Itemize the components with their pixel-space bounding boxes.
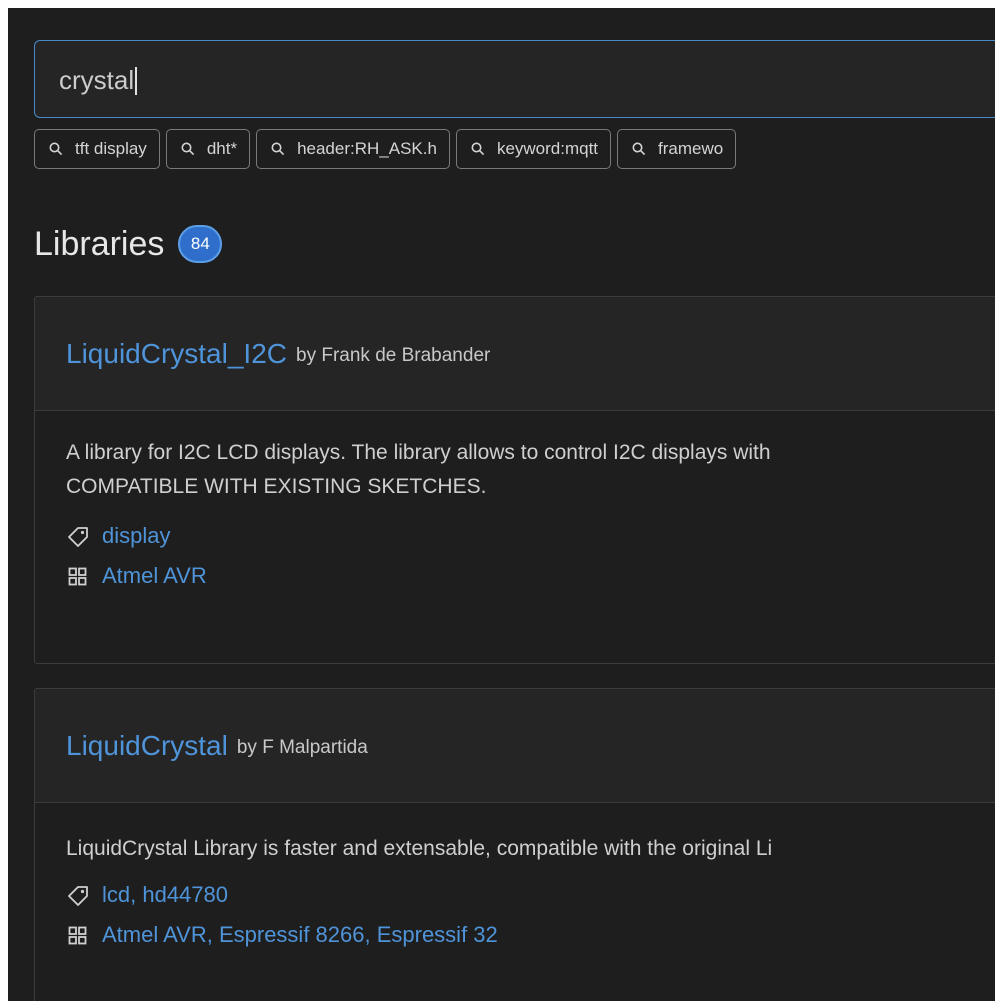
search-input[interactable]: crystal [34, 40, 995, 118]
library-card-body: LiquidCrystal Library is faster and exte… [35, 803, 995, 955]
library-description-line: LiquidCrystal Library is faster and exte… [66, 837, 773, 860]
library-card-header: LiquidCrystal_I2C by Frank de Brabander [35, 297, 995, 411]
library-card: LiquidCrystal_I2C by Frank de Brabander … [34, 296, 995, 664]
suggestion-chip-tft-display[interactable]: tft display [34, 129, 160, 169]
keyword-link[interactable]: display [102, 523, 170, 549]
library-name-link[interactable]: LiquidCrystal_I2C [66, 338, 287, 370]
search-suggestions: tft display dht* header:RH_ASK.h keyword… [34, 129, 737, 171]
suggestion-label: keyword:mqtt [496, 139, 599, 158]
suggestion-label: tft display [75, 139, 147, 158]
app-frame: crystal tft display dht* header:RH_ASK.h… [8, 8, 995, 1001]
grid-icon [68, 926, 87, 945]
suggestion-label: dht* [206, 139, 238, 158]
library-card-body: A library for I2C LCD displays. The libr… [35, 411, 995, 596]
library-keywords: lcd, hd44780 [66, 875, 995, 915]
libraries-heading: Libraries 84 [34, 222, 223, 266]
tag-icon [68, 886, 88, 906]
library-author: by F Malpartida [236, 736, 368, 758]
suggestion-label: framewo [658, 139, 724, 158]
result-count-badge: 84 [178, 225, 223, 263]
library-card: LiquidCrystal by F Malpartida LiquidCrys… [34, 688, 995, 1001]
search-input-value: crystal [59, 65, 137, 95]
search-icon [632, 142, 646, 156]
library-platforms: Atmel AVR [66, 556, 995, 596]
grid-icon [68, 567, 87, 586]
page-title: Libraries [34, 225, 165, 263]
library-platforms: Atmel AVR, Espressif 8266, Espressif 32 [66, 915, 995, 955]
keyword-link[interactable]: lcd, hd44780 [102, 882, 228, 908]
library-description-line: A library for I2C LCD displays. The libr… [66, 441, 771, 464]
suggestion-chip-dht[interactable]: dht* [165, 129, 251, 169]
tag-icon [68, 527, 88, 547]
search-icon [181, 142, 194, 156]
suggestion-chip-keyword[interactable]: keyword:mqtt [455, 129, 612, 169]
search-icon [49, 142, 63, 156]
platform-link[interactable]: Atmel AVR, Espressif 8266, Espressif 32 [102, 922, 498, 948]
suggestion-chip-header[interactable]: header:RH_ASK.h [256, 129, 450, 169]
library-name-link[interactable]: LiquidCrystal [66, 730, 228, 762]
library-author: by Frank de Brabander [296, 344, 491, 366]
search-icon [271, 142, 285, 156]
search-icon [471, 142, 485, 156]
library-card-header: LiquidCrystal by F Malpartida [35, 689, 995, 803]
suggestion-chip-framework[interactable]: framewo [617, 129, 737, 169]
platform-link[interactable]: Atmel AVR [102, 563, 207, 589]
suggestion-label: header:RH_ASK.h [297, 139, 437, 158]
text-caret [135, 67, 137, 95]
library-keywords: display [66, 516, 995, 556]
library-description-line: COMPATIBLE WITH EXISTING SKETCHES. [66, 475, 487, 498]
